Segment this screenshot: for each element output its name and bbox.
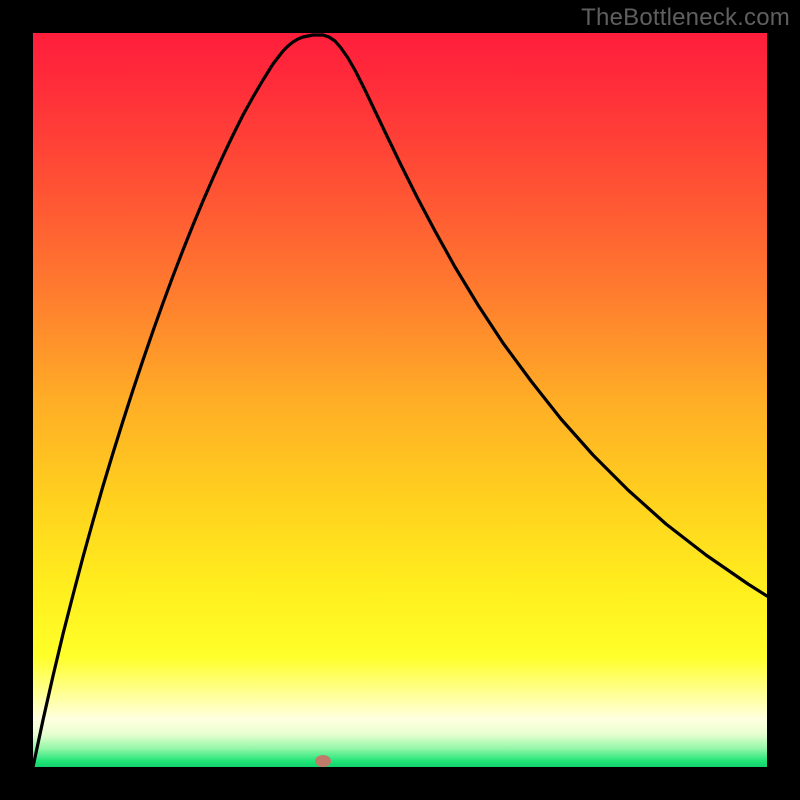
plot-area: [33, 33, 767, 767]
bottleneck-chart: [33, 33, 767, 767]
watermark-text: TheBottleneck.com: [581, 4, 790, 32]
chart-frame: TheBottleneck.com: [0, 0, 800, 800]
optimum-marker: [315, 755, 331, 767]
gradient-background: [33, 33, 767, 767]
